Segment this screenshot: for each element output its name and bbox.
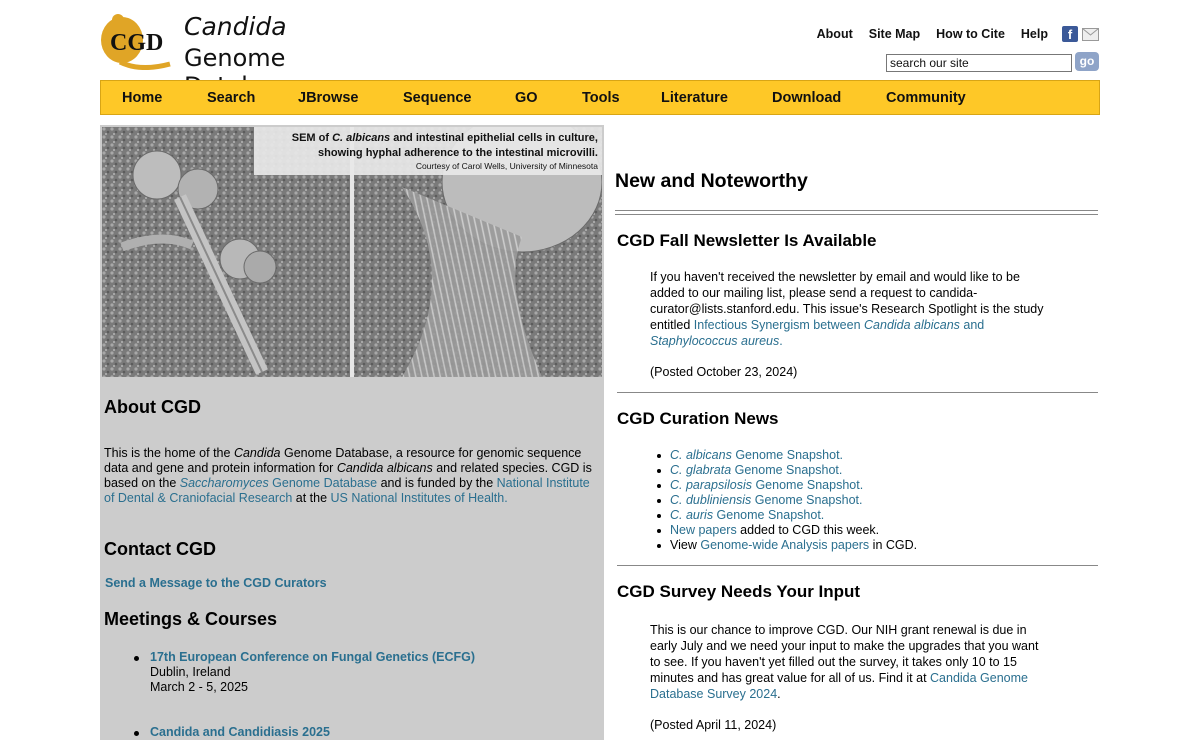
- main-nav-bar: Home Search JBrowse Sequence GO Tools Li…: [100, 80, 1100, 115]
- nav-jbrowse[interactable]: JBrowse: [298, 90, 358, 106]
- nav-go[interactable]: GO: [515, 90, 538, 106]
- snapshot-link[interactable]: C. albicans Genome Snapshot.: [670, 448, 843, 462]
- list-item: View Genome-wide Analysis papers in CGD.: [656, 538, 918, 552]
- logo-title-line1: Candida: [184, 12, 287, 41]
- new-papers-link[interactable]: New papers: [670, 523, 737, 537]
- newsletter-title: CGD Fall Newsletter Is Available: [617, 231, 877, 250]
- nav-home[interactable]: Home: [122, 90, 162, 106]
- spotlight-link[interactable]: Infectious Synergism between Candida alb…: [650, 318, 984, 348]
- gwa-papers-link[interactable]: Genome-wide Analysis papers: [700, 538, 869, 552]
- contact-heading: Contact CGD: [104, 539, 216, 559]
- meeting-date: March 2 - 5, 2025: [150, 680, 248, 694]
- hero-sem-image: SEM of C. albicans and intestinal epithe…: [102, 127, 602, 377]
- mail-icon[interactable]: [1082, 27, 1099, 41]
- list-item: C. dubliniensis Genome Snapshot.: [656, 493, 917, 508]
- hero-caption-rest: and intestinal epithelial cells in cultu…: [390, 132, 598, 144]
- survey-posted: (Posted April 11, 2024): [650, 718, 777, 732]
- logo-mark-text: CGD: [110, 30, 163, 56]
- search-go-button[interactable]: go: [1075, 52, 1099, 71]
- contact-curators-link[interactable]: Send a Message to the CGD Curators: [105, 576, 327, 590]
- nav-search[interactable]: Search: [207, 90, 255, 106]
- hero-caption-species: C. albicans: [332, 132, 390, 144]
- curation-list: C. albicans Genome Snapshot. C. glabrata…: [656, 448, 918, 553]
- hero-caption-line2: showing hyphal adherence to the intestin…: [318, 147, 598, 159]
- meeting-title-link[interactable]: Candida and Candidiasis 2025: [150, 725, 330, 740]
- snapshot-link[interactable]: C. auris Genome Snapshot.: [670, 508, 824, 522]
- meeting-place: Dublin, Ireland: [150, 665, 231, 679]
- list-item: C. glabrata Genome Snapshot.: [656, 463, 917, 478]
- meeting-item: 17th European Conference on Fungal Genet…: [150, 650, 475, 695]
- newsletter-text: If you haven't received the newsletter b…: [650, 270, 1044, 348]
- news-divider: [615, 210, 1098, 215]
- about-heading: About CGD: [104, 397, 201, 417]
- survey-title: CGD Survey Needs Your Input: [617, 582, 861, 601]
- list-item: C. albicans Genome Snapshot.: [656, 448, 917, 463]
- sgd-link[interactable]: Saccharomyces Genome Database: [180, 476, 377, 490]
- top-link-about[interactable]: About: [817, 27, 853, 41]
- news-heading: New and Noteworthy: [615, 170, 808, 192]
- cgd-logo[interactable]: CGD Candida Genome Database: [100, 8, 380, 100]
- nav-tools[interactable]: Tools: [582, 90, 620, 106]
- logo-mark-icon: CGD: [101, 14, 171, 70]
- search-input[interactable]: search our site: [886, 54, 1072, 72]
- snapshot-link[interactable]: C. glabrata Genome Snapshot.: [670, 463, 842, 477]
- nav-literature[interactable]: Literature: [661, 90, 728, 106]
- left-sidebar: SEM of C. albicans and intestinal epithe…: [100, 125, 604, 740]
- curation-title: CGD Curation News: [617, 409, 779, 428]
- page: CGD Candida Genome Database About Site M…: [0, 0, 1200, 740]
- meetings-heading: Meetings & Courses: [104, 609, 278, 629]
- list-item: C. parapsilosis Genome Snapshot.: [656, 478, 917, 493]
- newsletter-posted: (Posted October 23, 2024): [650, 365, 798, 379]
- nav-community[interactable]: Community: [886, 90, 966, 106]
- meeting-bullet: [134, 656, 139, 661]
- nih-link[interactable]: US National Institutes of Health: [331, 491, 505, 505]
- survey-text: This is our chance to improve CGD. Our N…: [650, 623, 1039, 701]
- top-links: About Site Map How to Cite Help f: [801, 26, 1099, 42]
- hero-caption-pre: SEM of: [292, 132, 332, 144]
- snapshot-link[interactable]: C. dubliniensis Genome Snapshot.: [670, 493, 862, 507]
- meeting-title-link[interactable]: 17th European Conference on Fungal Genet…: [150, 650, 475, 665]
- news-column: New and Noteworthy CGD Fall Newsletter I…: [615, 125, 1100, 740]
- meeting-item: Candida and Candidiasis 2025: [150, 725, 330, 740]
- news-divider: [617, 392, 1098, 393]
- top-link-site-map[interactable]: Site Map: [869, 27, 920, 41]
- snapshot-link[interactable]: C. parapsilosis Genome Snapshot.: [670, 478, 863, 492]
- facebook-icon[interactable]: f: [1062, 26, 1078, 42]
- top-link-how-to-cite[interactable]: How to Cite: [936, 27, 1005, 41]
- about-text: This is the home of the Candida Genome D…: [104, 446, 592, 505]
- meeting-bullet: [134, 731, 139, 736]
- news-divider: [617, 565, 1098, 566]
- list-item: C. auris Genome Snapshot.: [656, 508, 917, 523]
- svg-text:SEM of C. albicans and intesti: SEM of C. albicans and intestinal epithe…: [292, 132, 598, 144]
- top-link-help[interactable]: Help: [1021, 27, 1048, 41]
- nav-download[interactable]: Download: [772, 90, 841, 106]
- hero-credit: Courtesy of Carol Wells, University of M…: [416, 161, 598, 171]
- nav-sequence[interactable]: Sequence: [403, 90, 472, 106]
- list-item: New papers added to CGD this week.: [656, 523, 917, 538]
